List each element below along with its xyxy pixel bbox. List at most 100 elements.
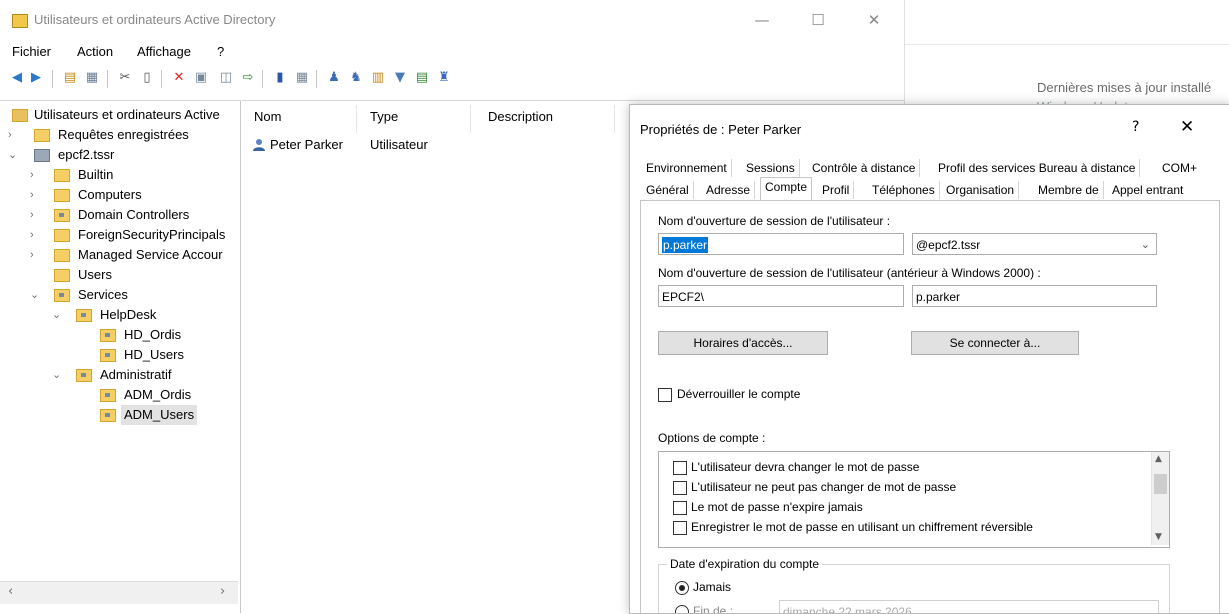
scroll-thumb[interactable]	[1154, 474, 1167, 494]
option-checkbox[interactable]	[673, 481, 687, 495]
chevron-right-icon[interactable]: ›	[30, 185, 42, 205]
forward-icon[interactable]: ▶	[28, 70, 44, 86]
tab-com[interactable]: COM+	[1158, 159, 1201, 177]
close-button[interactable]: ✕	[852, 6, 896, 34]
chevron-down-icon[interactable]: ⌄	[30, 285, 42, 305]
tab-compte[interactable]: Compte	[760, 177, 813, 200]
tab-profil[interactable]: Profil	[818, 181, 855, 199]
help-icon[interactable]: ▮	[272, 70, 288, 86]
unlock-account-checkbox[interactable]	[658, 388, 672, 402]
tree-item-label: Utilisateurs et ordinateurs Active	[34, 107, 220, 122]
option-checkbox[interactable]	[673, 501, 687, 515]
maximize-button[interactable]: ☐	[796, 6, 840, 34]
refresh-icon[interactable]: ◫	[218, 70, 234, 86]
chevron-right-icon[interactable]: ›	[30, 165, 42, 185]
ou-icon	[100, 409, 116, 422]
end-of-label: Fin de :	[693, 604, 734, 614]
show-tree-icon[interactable]: ▦	[84, 70, 100, 86]
chevron-down-icon[interactable]: ⌄	[52, 305, 64, 325]
menu-help[interactable]: ?	[217, 44, 224, 59]
end-of-radio[interactable]	[675, 605, 689, 613]
background-window-titlebar	[905, 0, 1229, 45]
properties-icon[interactable]: ▣	[193, 70, 209, 86]
aduc-app-icon	[12, 14, 28, 28]
chevron-down-icon[interactable]: ⌄	[52, 365, 64, 385]
scroll-right-icon[interactable]: ›	[220, 584, 225, 599]
ou-icon	[54, 209, 70, 222]
pre2000-logon-input[interactable]: p.parker	[912, 285, 1157, 307]
new-ou-icon[interactable]: ▥	[370, 70, 386, 86]
help-button[interactable]: ?	[1132, 119, 1139, 135]
tab-appel-entrant[interactable]: Appel entrant	[1108, 181, 1187, 199]
add-to-group-icon[interactable]: ▤	[414, 70, 430, 86]
dialog-close-button[interactable]: ✕	[1180, 117, 1194, 137]
scroll-left-icon[interactable]: ‹	[8, 584, 13, 599]
account-options-label: Options de compte :	[658, 431, 766, 445]
tree-item-foreign-security[interactable]: › ForeignSecurityPrincipals	[30, 225, 235, 245]
new-user-icon[interactable]: ♟	[326, 70, 342, 86]
tab-general[interactable]: Général	[642, 181, 694, 199]
tab-telephones[interactable]: Téléphones	[868, 181, 940, 199]
chevron-right-icon[interactable]: ›	[8, 125, 20, 145]
tree-item-label: HD_Ordis	[124, 327, 182, 342]
properties-dialog: Propriétés de : Peter Parker ? ✕ Environ…	[629, 104, 1229, 614]
chevron-right-icon[interactable]: ›	[30, 205, 42, 225]
filter-icon[interactable]: ▼	[392, 70, 408, 86]
option-checkbox[interactable]	[673, 461, 687, 475]
scroll-down-icon[interactable]: ▼	[1155, 532, 1162, 542]
end-date-value: dimanche 22 mars 2026	[783, 605, 912, 614]
menu-fichier[interactable]: Fichier	[12, 44, 51, 59]
tree-horizontal-scrollbar[interactable]: ‹ ›	[0, 581, 238, 604]
delegate-icon[interactable]: ♜	[436, 70, 452, 86]
tree-item-label: Administratif	[100, 367, 172, 382]
tab-membre-de[interactable]: Membre de	[1034, 181, 1104, 199]
options-scrollbar[interactable]: ▲ ▼	[1151, 452, 1169, 545]
tab-profil-services[interactable]: Profil des services Bureau à distance	[934, 159, 1141, 177]
copy-icon[interactable]: ▯	[139, 70, 155, 86]
column-header-name[interactable]: Nom	[254, 109, 281, 124]
console-icon[interactable]: ▦	[294, 70, 310, 86]
ou-icon	[54, 289, 70, 302]
row-type: Utilisateur	[370, 137, 428, 152]
scroll-up-icon[interactable]: ▲	[1155, 454, 1162, 464]
minimize-button[interactable]: —	[740, 6, 784, 34]
menu-action[interactable]: Action	[77, 44, 113, 59]
column-separator[interactable]	[356, 105, 357, 133]
menu-bar: Fichier Action Affichage ?	[0, 40, 904, 62]
column-header-description[interactable]: Description	[488, 109, 553, 124]
logon-to-button[interactable]: Se connecter à...	[911, 331, 1079, 355]
tab-adresse[interactable]: Adresse	[702, 181, 756, 199]
tab-sessions[interactable]: Sessions	[742, 159, 800, 177]
cut-icon[interactable]: ✂	[117, 70, 133, 86]
chevron-right-icon[interactable]: ›	[30, 245, 42, 265]
column-header-type[interactable]: Type	[370, 109, 398, 124]
tab-environnement[interactable]: Environnement	[642, 159, 732, 177]
table-row[interactable]: Peter Parker Utilisateur	[248, 135, 478, 155]
back-icon[interactable]: ◀	[9, 70, 25, 86]
unlock-account-label: Déverrouiller le compte	[677, 387, 801, 401]
logon-name-label: Nom d'ouverture de session de l'utilisat…	[658, 214, 891, 228]
domain-icon	[34, 149, 50, 162]
never-radio[interactable]	[675, 581, 689, 595]
tab-organisation[interactable]: Organisation	[942, 181, 1020, 199]
chevron-right-icon[interactable]: ›	[30, 225, 42, 245]
upn-suffix-select[interactable]: @epcf2.tssr ⌄	[912, 233, 1157, 255]
column-separator[interactable]	[470, 105, 471, 133]
logon-name-value: p.parker	[662, 237, 709, 253]
never-label: Jamais	[693, 580, 732, 594]
chevron-down-icon[interactable]: ⌄	[8, 145, 20, 165]
export-icon[interactable]: ⇨	[240, 70, 256, 86]
column-separator[interactable]	[614, 105, 615, 133]
toolbar-separator	[316, 70, 317, 88]
menu-affichage[interactable]: Affichage	[137, 44, 191, 59]
logon-hours-button[interactable]: Horaires d'accès...	[658, 331, 828, 355]
tree-item-label: ADM_Ordis	[124, 387, 192, 402]
tree-item-label: Services	[78, 287, 128, 302]
option-checkbox[interactable]	[673, 521, 687, 535]
up-folder-icon[interactable]: ▤	[62, 70, 78, 86]
tree-item-managed-service[interactable]: › Managed Service Accour	[30, 245, 235, 265]
new-group-icon[interactable]: ♞	[348, 70, 364, 86]
delete-icon[interactable]: ✕	[171, 70, 187, 86]
logon-name-input[interactable]: p.parker	[658, 233, 904, 255]
tab-controle-distance[interactable]: Contrôle à distance	[808, 159, 921, 177]
